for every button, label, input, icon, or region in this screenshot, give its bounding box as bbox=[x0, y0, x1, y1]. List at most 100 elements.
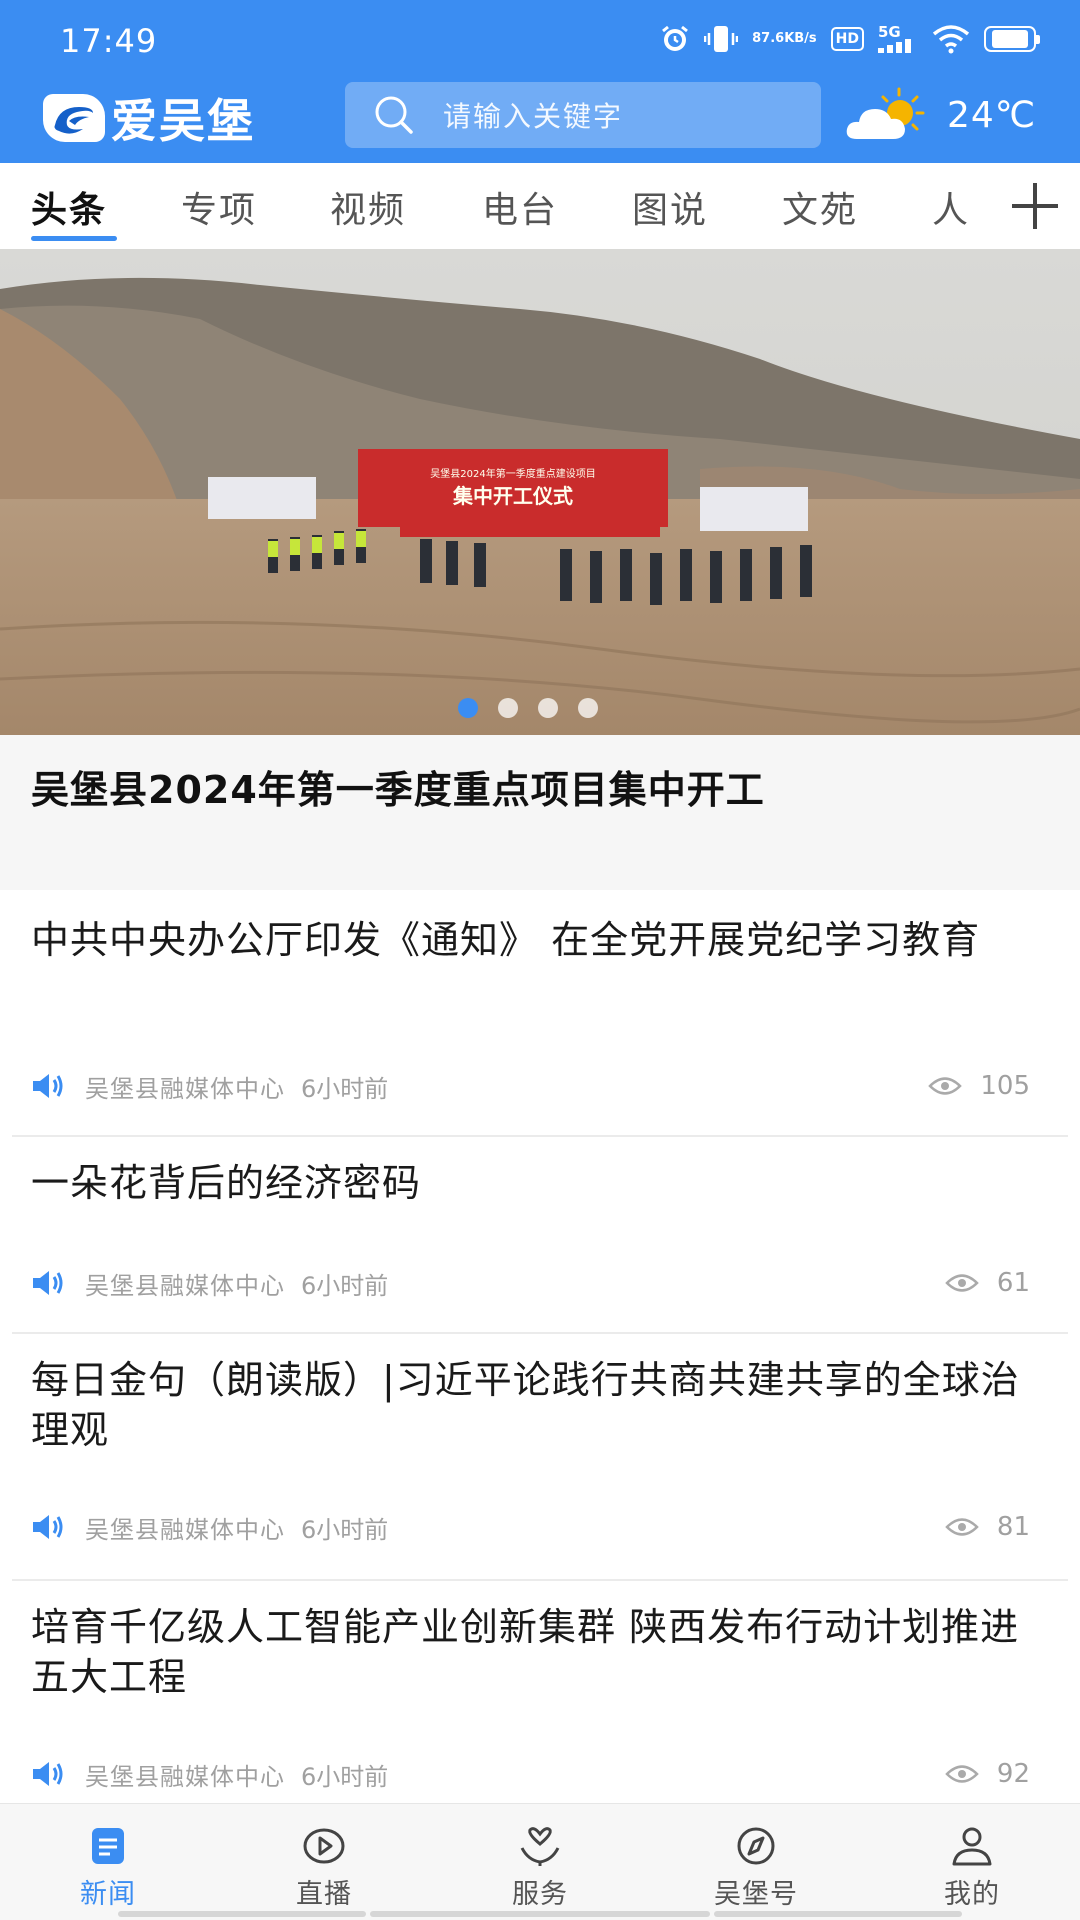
view-count: 92 bbox=[945, 1759, 1030, 1789]
news-source: 吴堡县融媒体中心 bbox=[85, 1762, 285, 1791]
view-count: 81 bbox=[945, 1512, 1030, 1542]
speaker-icon[interactable] bbox=[31, 1268, 65, 1298]
gesture-bar bbox=[714, 1911, 962, 1917]
search-placeholder: 请输入关键字 bbox=[443, 100, 624, 133]
battery-level bbox=[992, 30, 1028, 48]
gesture-bar bbox=[118, 1911, 366, 1917]
nav-label: 服务 bbox=[512, 1879, 568, 1910]
news-icon bbox=[92, 1828, 124, 1864]
logo-mark-icon bbox=[43, 94, 105, 142]
news-source: 吴堡县融媒体中心 bbox=[85, 1074, 285, 1103]
nav-label: 我的 bbox=[944, 1879, 1000, 1910]
banner-caption[interactable]: 吴堡县2024年第一季度重点项目集中开工 bbox=[0, 735, 1080, 890]
nav-service[interactable]: 服务 bbox=[460, 1804, 620, 1920]
news-time: 6小时前 bbox=[301, 1762, 389, 1791]
hd-icon: HD bbox=[830, 27, 864, 51]
service-icon bbox=[520, 1827, 560, 1866]
news-title: 中共中央办公厅印发《通知》 在全党开展党纪学习教育 bbox=[31, 918, 981, 962]
nav-news[interactable]: 新闻 bbox=[28, 1804, 188, 1920]
active-tab-indicator bbox=[31, 236, 117, 241]
network-type-label: 5G bbox=[878, 23, 901, 41]
news-time: 6小时前 bbox=[301, 1271, 389, 1300]
news-meta: 吴堡县融媒体中心 6小时前 81 bbox=[31, 1509, 1030, 1545]
search-input[interactable]: 请输入关键字 bbox=[345, 82, 821, 148]
carousel-dot[interactable] bbox=[458, 698, 478, 718]
plus-icon[interactable] bbox=[1008, 179, 1062, 233]
banner-title: 吴堡县2024年第一季度重点项目集中开工 bbox=[31, 768, 765, 812]
tab-video[interactable]: 视频 bbox=[330, 181, 406, 233]
tab-literature[interactable]: 文苑 bbox=[782, 181, 858, 233]
banner-image: 吴堡县2024年第一季度重点建设项目 集中开工仪式 bbox=[0, 249, 1080, 735]
news-time: 6小时前 bbox=[301, 1515, 389, 1544]
nav-label: 新闻 bbox=[80, 1879, 136, 1910]
app-logo[interactable]: 爱吴堡 bbox=[43, 90, 255, 148]
net-speed-unit: KB/s bbox=[784, 31, 817, 46]
logo-text: 爱吴堡 bbox=[111, 94, 255, 148]
news-meta: 吴堡县融媒体中心 6小时前 92 bbox=[31, 1756, 1030, 1792]
speaker-icon[interactable] bbox=[31, 1071, 65, 1101]
status-time: 17:49 bbox=[60, 22, 158, 60]
view-count-value: 105 bbox=[980, 1071, 1030, 1101]
eye-icon bbox=[945, 1274, 979, 1292]
temperature: 24℃ bbox=[947, 94, 1037, 136]
view-count-value: 92 bbox=[996, 1759, 1030, 1789]
news-title: 每日金句（朗读版）|习近平论践行共商共建共享的全球治理观 bbox=[31, 1358, 1020, 1452]
status-icons: 87.6 KB/s HD 5G bbox=[660, 24, 1040, 54]
news-item[interactable]: 一朵花背后的经济密码 吴堡县融媒体中心 6小时前 61 bbox=[0, 1136, 1080, 1334]
carousel-dot[interactable] bbox=[578, 698, 598, 718]
view-count-value: 61 bbox=[996, 1268, 1030, 1298]
carousel-dots bbox=[0, 698, 1068, 718]
category-tabs: 头条 专项 视频 电台 图说 文苑 人文 bbox=[0, 163, 1080, 249]
view-count-value: 81 bbox=[996, 1512, 1030, 1542]
banner-sign-line1: 吴堡县2024年第一季度重点建设项目 bbox=[430, 467, 595, 480]
user-icon bbox=[952, 1827, 992, 1866]
bottom-nav: 新闻 直播 服务 吴堡号 我的 bbox=[0, 1803, 1080, 1920]
speaker-icon[interactable] bbox=[31, 1512, 65, 1542]
signal-5g-icon: 5G bbox=[878, 25, 918, 53]
news-source: 吴堡县融媒体中心 bbox=[85, 1515, 285, 1544]
tab-headlines[interactable]: 头条 bbox=[31, 181, 107, 233]
nav-label: 直播 bbox=[296, 1879, 352, 1910]
svg-text:吴堡县2024年第一季度重点建设项目: 吴堡县2024年第一季度重点建设项目 bbox=[430, 467, 595, 480]
battery-icon bbox=[984, 26, 1040, 52]
vibrate-icon bbox=[704, 24, 739, 54]
banner-sign-line2: 集中开工仪式 bbox=[452, 484, 573, 508]
weather-widget[interactable]: 24℃ bbox=[843, 80, 1036, 150]
svg-text:集中开工仪式: 集中开工仪式 bbox=[452, 484, 573, 508]
speaker-icon[interactable] bbox=[31, 1759, 65, 1789]
gesture-bar bbox=[370, 1911, 710, 1917]
news-title: 培育千亿级人工智能产业创新集群 陕西发布行动计划推进五大工程 bbox=[31, 1605, 1020, 1699]
eye-icon bbox=[945, 1518, 979, 1536]
news-meta: 吴堡县融媒体中心 6小时前 105 bbox=[31, 1068, 1030, 1104]
news-source: 吴堡县融媒体中心 bbox=[85, 1271, 285, 1300]
nav-live[interactable]: 直播 bbox=[244, 1804, 404, 1920]
compass-icon bbox=[737, 1827, 775, 1865]
header: 17:49 87.6 KB/s HD 5G 爱吴堡 请输入关键字 24℃ bbox=[0, 0, 1080, 163]
news-time: 6小时前 bbox=[301, 1074, 389, 1103]
wifi-icon bbox=[932, 24, 970, 54]
eye-icon bbox=[945, 1765, 979, 1783]
carousel-dot[interactable] bbox=[498, 698, 518, 718]
alarm-icon bbox=[660, 24, 690, 54]
news-title: 一朵花背后的经济密码 bbox=[31, 1161, 422, 1205]
net-speed: 87.6 KB/s bbox=[752, 32, 817, 46]
nav-profile[interactable]: 我的 bbox=[892, 1804, 1052, 1920]
search-icon bbox=[375, 96, 413, 134]
tab-pictures[interactable]: 图说 bbox=[632, 181, 708, 233]
app-bar: 爱吴堡 请输入关键字 24℃ bbox=[0, 80, 1080, 163]
view-count: 105 bbox=[928, 1071, 1030, 1101]
nav-label: 吴堡号 bbox=[714, 1879, 798, 1910]
banner-carousel[interactable]: 吴堡县2024年第一季度重点建设项目 集中开工仪式 bbox=[0, 249, 1080, 735]
status-bar: 17:49 87.6 KB/s HD 5G bbox=[0, 0, 1080, 80]
tab-special[interactable]: 专项 bbox=[181, 181, 257, 233]
eye-icon bbox=[928, 1077, 963, 1095]
nav-wubao-account[interactable]: 吴堡号 bbox=[676, 1804, 836, 1920]
news-meta: 吴堡县融媒体中心 6小时前 61 bbox=[31, 1265, 1030, 1301]
tab-radio[interactable]: 电台 bbox=[482, 181, 558, 233]
news-item[interactable]: 中共中央办公厅印发《通知》 在全党开展党纪学习教育 吴堡县融媒体中心 6小时前 … bbox=[0, 890, 1080, 1137]
live-play-icon bbox=[303, 1828, 345, 1864]
net-speed-value: 87.6 bbox=[752, 31, 785, 46]
news-item[interactable]: 每日金句（朗读版）|习近平论践行共商共建共享的全球治理观 吴堡县融媒体中心 6小… bbox=[0, 1333, 1080, 1581]
news-item[interactable]: 培育千亿级人工智能产业创新集群 陕西发布行动计划推进五大工程 吴堡县融媒体中心 … bbox=[0, 1580, 1080, 1803]
carousel-dot[interactable] bbox=[538, 698, 558, 718]
